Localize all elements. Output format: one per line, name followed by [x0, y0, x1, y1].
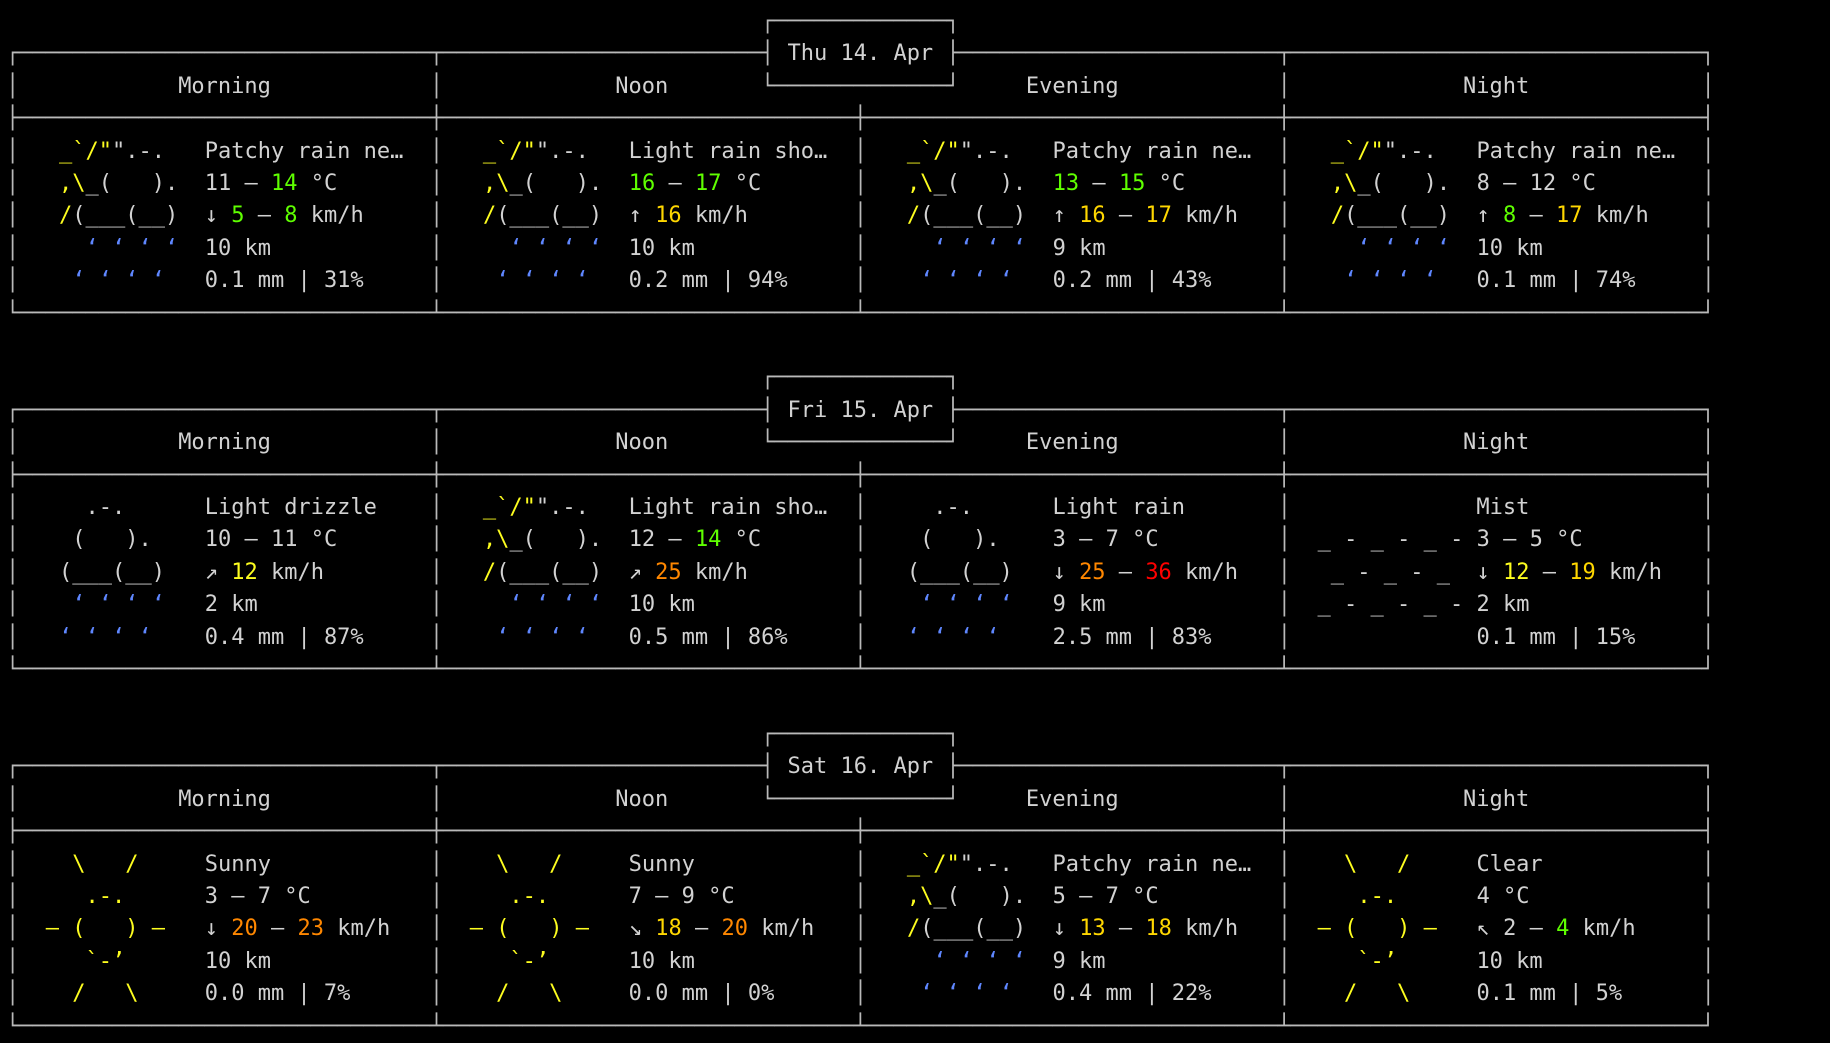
date-header-row: ┌───────────────────────────────┬───────…	[6, 41, 1715, 67]
weather-row-temperature: │ ,\_( ). 11 – 14 °C │ ,\_( ). 16 – 17 °…	[6, 171, 1716, 197]
table-bottom-border: └───────────────────────────────┴───────…	[6, 657, 1715, 683]
day-spacer	[6, 687, 1830, 719]
weather-row-condition: │ \ / Sunny │ \ / Sunny │ _`/"".-. Patch…	[6, 851, 1715, 877]
date-box-top: ┌─────────────┐	[6, 9, 960, 34]
date-header-row: ┌───────────────────────────────┬───────…	[6, 397, 1715, 423]
day-panel: ┌─────────────┐ ┌────────────────────────…	[6, 719, 1830, 1043]
day-panel: ┌─────────────┐ ┌────────────────────────…	[6, 362, 1830, 686]
weather-row-temperature: │ .-. 3 – 7 °C │ .-. 7 – 9 °C │ ,\_( ). …	[6, 883, 1715, 909]
weather-row-visibility: │ ‘ ‘ ‘ ‘ 2 km │ ‘ ‘ ‘ ‘ 10 km │ ‘ ‘ ‘ ‘…	[6, 592, 1715, 618]
weather-row-wind: │ ― ( ) ― ↓ 20 – 23 km/h │ ― ( ) ― ↘ 18 …	[6, 916, 1716, 942]
date-label: Thu 14. Apr	[787, 41, 934, 67]
date-box-top: ┌─────────────┐	[6, 365, 960, 391]
weather-row-precipitation: │ ‘ ‘ ‘ ‘ 0.1 mm | 31% │ ‘ ‘ ‘ ‘ 0.2 mm …	[6, 268, 1715, 294]
column-header-row: │ Morning │ Noon └─────────────┘ Evening…	[6, 73, 1715, 99]
weather-row-visibility: │ `-’ 10 km │ `-’ 10 km │ ‘ ‘ ‘ ‘ 9 km │…	[6, 948, 1715, 974]
weather-row-precipitation: │ ‘ ‘ ‘ ‘ 0.4 mm | 87% │ ‘ ‘ ‘ ‘ 0.5 mm …	[6, 624, 1715, 650]
header-separator: ├───────────────────────────────┼───────…	[6, 819, 1715, 845]
date-header-row: ┌───────────────────────────────┬───────…	[6, 754, 1715, 780]
date-box-top: ┌─────────────┐	[6, 721, 960, 747]
day-panel: ┌─────────────┐ ┌────────────────────────…	[6, 6, 1830, 330]
weather-row-wind: │ (___(__) ↗ 12 km/h │ /(___(__) ↗ 25 km…	[6, 559, 1716, 585]
weather-row-condition: │ .-. Light drizzle │ _`/"".-. Light rai…	[6, 495, 1715, 521]
weather-row-precipitation: │ / \ 0.0 mm | 7% │ / \ 0.0 mm | 0% │ ‘ …	[6, 981, 1715, 1007]
header-separator: ├───────────────────────────────┼───────…	[6, 106, 1715, 132]
header-separator: ├───────────────────────────────┼───────…	[6, 462, 1715, 488]
weather-row-wind: │ /(___(__) ↓ 5 – 8 km/h │ /(___(__) ↑ 1…	[6, 203, 1715, 229]
weather-row-visibility: │ ‘ ‘ ‘ ‘ 10 km │ ‘ ‘ ‘ ‘ 10 km │ ‘ ‘ ‘ …	[6, 235, 1715, 261]
table-bottom-border: └───────────────────────────────┴───────…	[6, 300, 1715, 326]
column-header-row: │ Morning │ Noon └─────────────┘ Evening…	[6, 430, 1715, 456]
weather-row-temperature: │ ( ). 10 – 11 °C │ ,\_( ). 12 – 14 °C │…	[6, 527, 1716, 553]
day-spacer	[6, 330, 1830, 362]
date-label: Sat 16. Apr	[787, 754, 934, 780]
date-label: Fri 15. Apr	[787, 397, 934, 423]
table-bottom-border: └───────────────────────────────┴───────…	[6, 1013, 1715, 1039]
terminal-weather-report: ┌─────────────┐ ┌────────────────────────…	[0, 0, 1830, 1039]
weather-row-condition: │ _`/"".-. Patchy rain ne… │ _`/"".-. Li…	[6, 138, 1715, 164]
column-header-row: │ Morning │ Noon └─────────────┘ Evening…	[6, 786, 1715, 812]
